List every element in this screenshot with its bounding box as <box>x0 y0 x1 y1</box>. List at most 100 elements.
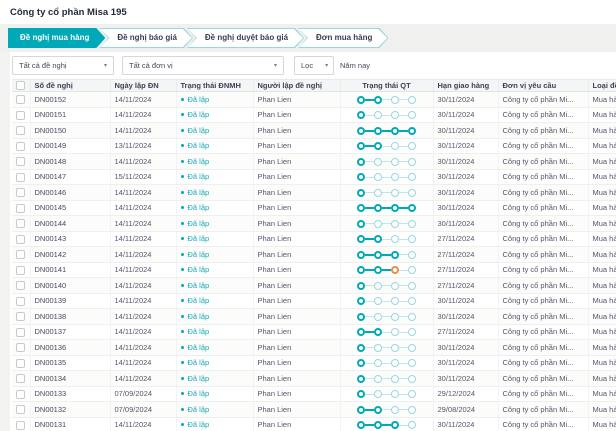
creator-cell: Phan Lien <box>253 216 340 232</box>
table-row[interactable]: DN00150 14/11/2024 Đã lập Phan Lien 30/1… <box>12 123 616 139</box>
due-date-cell: 30/11/2024 <box>433 200 498 216</box>
status-dot-icon <box>181 284 184 287</box>
process-status-cell <box>340 386 433 402</box>
column-header-so-de-nghi[interactable]: Số đề nghị <box>30 80 110 92</box>
progress-step-3 <box>391 173 399 181</box>
table-row[interactable]: DN00143 14/11/2024 Đã lập Phan Lien 27/1… <box>12 231 616 247</box>
row-checkbox[interactable] <box>16 343 25 352</box>
row-checkbox-cell <box>12 169 30 185</box>
row-checkbox[interactable] <box>16 405 25 414</box>
status-label: Đã lập <box>188 265 210 274</box>
column-header-don-vi-yeu-cau[interactable]: Đơn vị yêu cầu <box>498 80 588 92</box>
column-header-trang-thai-dnmh[interactable]: Trạng thái ĐNMH <box>176 80 253 92</box>
request-status-cell: Đã lập <box>176 355 253 371</box>
row-checkbox[interactable] <box>16 126 25 135</box>
progress-step-1 <box>357 127 365 135</box>
unit-select[interactable]: Tất cả đơn vị ▾ <box>122 56 284 75</box>
table-row[interactable]: DN00147 15/11/2024 Đã lập Phan Lien 30/1… <box>12 169 616 185</box>
progress-connector <box>382 239 391 240</box>
table-row[interactable]: DN00141 14/11/2024 Đã lập Phan Lien 27/1… <box>12 262 616 278</box>
table-row[interactable]: DN00139 14/11/2024 Đã lập Phan Lien 30/1… <box>12 293 616 309</box>
progress-step-1 <box>357 111 365 119</box>
request-type-select[interactable]: Tất cả đề nghị ▾ <box>12 56 114 75</box>
table-row[interactable]: DN00148 14/11/2024 Đã lập Phan Lien 30/1… <box>12 154 616 170</box>
filter-button[interactable]: Lọc ▾ <box>294 56 334 75</box>
table-row[interactable]: DN00149 13/11/2024 Đã lập Phan Lien 30/1… <box>12 138 616 154</box>
table-row[interactable]: DN00138 14/11/2024 Đã lập Phan Lien 30/1… <box>12 309 616 325</box>
status-dot-icon <box>181 268 184 271</box>
status-label: Đã lập <box>188 234 210 243</box>
table-row[interactable]: DN00135 14/11/2024 Đã lập Phan Lien 30/1… <box>12 355 616 371</box>
row-checkbox-cell <box>12 185 30 201</box>
request-id-cell: DN00149 <box>30 138 110 154</box>
row-checkbox[interactable] <box>16 111 25 120</box>
progress-step-4 <box>408 142 416 150</box>
request-type-cell: Mua hà <box>588 417 616 431</box>
progress-connector <box>365 130 374 132</box>
table-row[interactable]: DN00132 07/09/2024 Đã lập Phan Lien 29/0… <box>12 402 616 418</box>
progress-connector <box>399 347 408 348</box>
process-status-cell <box>340 231 433 247</box>
row-checkbox[interactable] <box>16 250 25 259</box>
row-checkbox[interactable] <box>16 421 25 430</box>
table-row[interactable]: DN00134 14/11/2024 Đã lập Phan Lien 30/1… <box>12 371 616 387</box>
row-checkbox[interactable] <box>16 173 25 182</box>
creator-cell: Phan Lien <box>253 324 340 340</box>
progress-step-4 <box>408 282 416 290</box>
tab-don-mua-hang[interactable]: Đơn mua hàng <box>298 28 388 48</box>
row-checkbox[interactable] <box>16 374 25 383</box>
table-row[interactable]: DN00144 14/11/2024 Đã lập Phan Lien 30/1… <box>12 216 616 232</box>
progress-connector <box>382 99 391 100</box>
select-all-checkbox[interactable] <box>16 81 25 90</box>
column-header-han-giao-hang[interactable]: Hạn giao hàng <box>433 80 498 92</box>
table-row[interactable]: DN00151 14/11/2024 Đã lập Phan Lien 30/1… <box>12 107 616 123</box>
table-row[interactable]: DN00145 14/11/2024 Đã lập Phan Lien 30/1… <box>12 200 616 216</box>
requesting-unit-cell: Công ty cổ phần Mi... <box>498 386 588 402</box>
period-select[interactable]: Năm nay <box>340 61 370 70</box>
row-checkbox[interactable] <box>16 157 25 166</box>
progress-step-1 <box>357 251 365 259</box>
row-checkbox-cell <box>12 107 30 123</box>
row-checkbox[interactable] <box>16 204 25 213</box>
progress-step-1 <box>357 235 365 243</box>
row-checkbox[interactable] <box>16 142 25 151</box>
tab-de-nghi-bao-gia[interactable]: Đề nghị báo giá <box>99 28 193 48</box>
table-row[interactable]: DN00137 14/11/2024 Đã lập Phan Lien 27/1… <box>12 324 616 340</box>
row-checkbox[interactable] <box>16 297 25 306</box>
created-date-cell: 07/09/2024 <box>110 402 176 418</box>
row-checkbox[interactable] <box>16 281 25 290</box>
row-checkbox[interactable] <box>16 219 25 228</box>
table-row[interactable]: DN00131 14/11/2024 Đã lập Phan Lien 30/1… <box>12 417 616 431</box>
request-id-cell: DN00151 <box>30 107 110 123</box>
row-checkbox[interactable] <box>16 235 25 244</box>
tab-de-nghi-duyet-bao-gia[interactable]: Đề nghị duyệt báo giá <box>187 28 304 48</box>
row-checkbox[interactable] <box>16 359 25 368</box>
progress-connector <box>399 207 408 209</box>
progress-step-3 <box>391 359 399 367</box>
table-row[interactable]: DN00140 14/11/2024 Đã lập Phan Lien 27/1… <box>12 278 616 294</box>
table-row[interactable]: DN00152 14/11/2024 Đã lập Phan Lien 30/1… <box>12 92 616 108</box>
table-row[interactable]: DN00142 14/11/2024 Đã lập Phan Lien 27/1… <box>12 247 616 263</box>
row-checkbox[interactable] <box>16 312 25 321</box>
table-row[interactable]: DN00133 07/09/2024 Đã lập Phan Lien 29/1… <box>12 386 616 402</box>
row-checkbox[interactable] <box>16 328 25 337</box>
status-dot-icon <box>181 361 184 364</box>
table-row[interactable]: DN00146 14/11/2024 Đã lập Phan Lien 30/1… <box>12 185 616 201</box>
progress-step-2 <box>374 220 382 228</box>
progress-step-2 <box>374 189 382 197</box>
row-checkbox[interactable] <box>16 390 25 399</box>
column-header-ngay-lap-dn[interactable]: Ngày lập ĐN <box>110 80 176 92</box>
due-date-cell: 27/11/2024 <box>433 324 498 340</box>
created-date-cell: 15/11/2024 <box>110 169 176 185</box>
row-checkbox-cell <box>12 138 30 154</box>
tab-de-nghi-mua-hang[interactable]: Đề nghị mua hàng <box>8 28 105 48</box>
table-row[interactable]: DN00136 14/11/2024 Đã lập Phan Lien 30/1… <box>12 340 616 356</box>
row-checkbox[interactable] <box>16 266 25 275</box>
row-checkbox[interactable] <box>16 95 25 104</box>
column-header-loai-de-nghi[interactable]: Loại đề <box>588 80 616 92</box>
progress-step-3 <box>391 158 399 166</box>
row-checkbox[interactable] <box>16 188 25 197</box>
progress-step-4 <box>408 359 416 367</box>
column-header-nguoi-lap-de-nghi[interactable]: Người lập đề nghị <box>253 80 340 92</box>
column-header-trang-thai-qt[interactable]: Trạng thái QT <box>340 80 433 92</box>
